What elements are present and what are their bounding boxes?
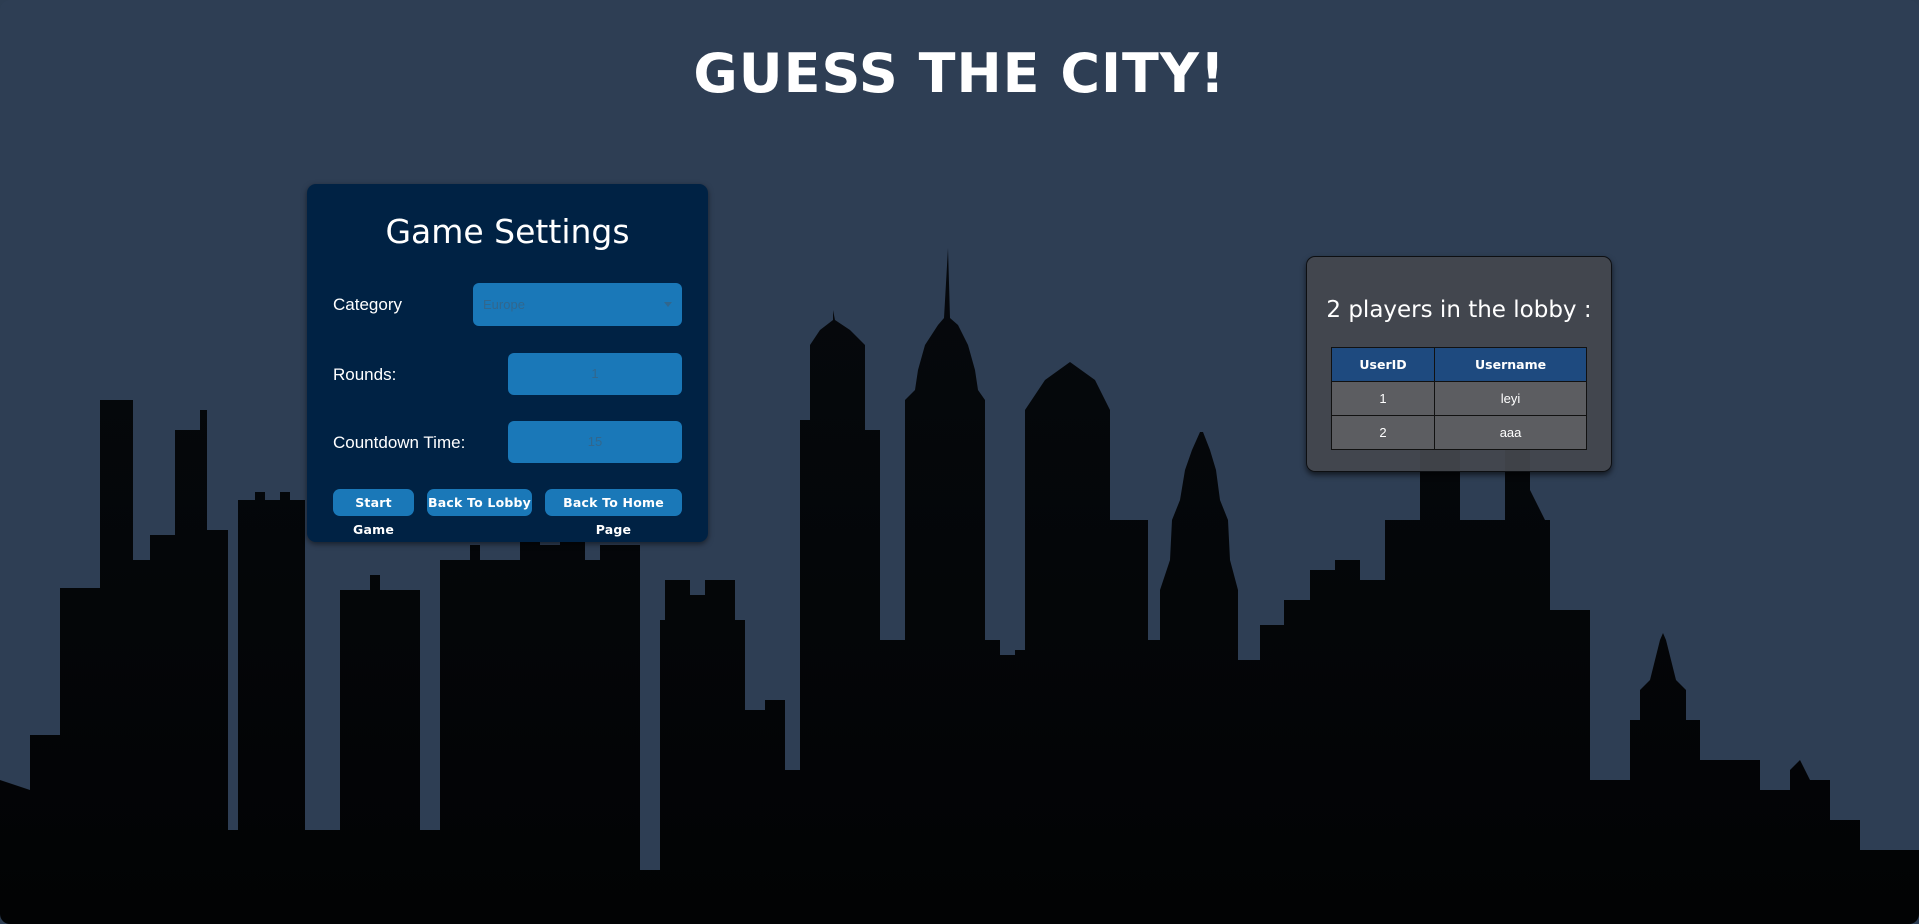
username-cell: aaa	[1434, 415, 1587, 450]
page-title: GUESS THE CITY!	[693, 42, 1226, 105]
settings-heading: Game Settings	[385, 212, 630, 251]
page-background	[0, 0, 1919, 924]
countdown-input[interactable]: 15	[508, 421, 682, 463]
lobby-panel: 2 players in the lobby : UserID Username…	[1306, 256, 1612, 472]
table-row: 2 aaa	[1330, 415, 1587, 450]
user-id-cell: 1	[1330, 381, 1436, 416]
start-game-button[interactable]: Start Game	[333, 489, 414, 537]
lobby-heading: 2 players in the lobby :	[1326, 297, 1592, 323]
caret-down-icon	[664, 302, 672, 307]
city-skyline-silhouette	[0, 248, 1919, 924]
rounds-label: Rounds:	[333, 365, 397, 384]
column-header-userid: UserID	[1330, 347, 1436, 382]
user-id-cell: 2	[1330, 415, 1436, 450]
table-row: 1 leyi	[1330, 381, 1587, 416]
game-settings-panel: Game Settings Category Europe Rounds: 1 …	[307, 184, 708, 542]
back-to-lobby-button[interactable]: Back To Lobby	[427, 489, 532, 516]
column-header-username: Username	[1434, 347, 1587, 382]
username-cell: leyi	[1434, 381, 1587, 416]
category-value: Europe	[483, 297, 525, 312]
countdown-label: Countdown Time:	[333, 433, 466, 452]
category-label: Category	[333, 295, 402, 314]
rounds-input[interactable]: 1	[508, 353, 682, 395]
players-table: UserID Username 1 leyi 2 aaa	[1330, 347, 1587, 450]
back-to-home-button[interactable]: Back To Home Page	[545, 489, 682, 537]
table-header-row: UserID Username	[1330, 347, 1587, 382]
category-select[interactable]: Europe	[473, 283, 682, 326]
